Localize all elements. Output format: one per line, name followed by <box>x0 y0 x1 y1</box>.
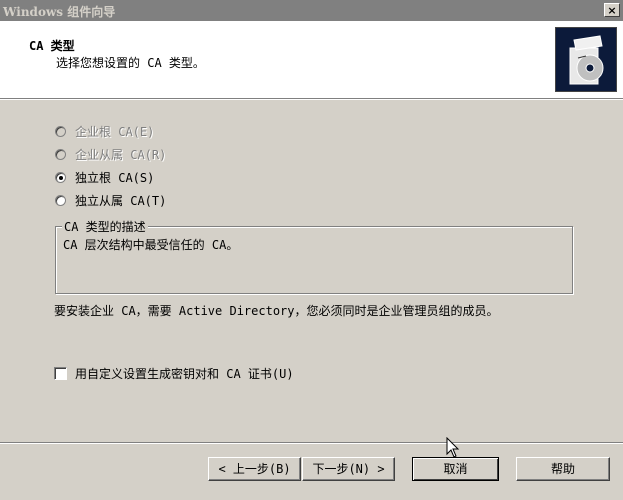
radio-enterprise-root[interactable]: 企业根 CA(E) <box>55 120 166 143</box>
group-legend: CA 类型的描述 <box>62 218 148 235</box>
mouse-cursor-icon <box>446 436 460 462</box>
radio-label: 企业根 CA(E) <box>75 125 155 139</box>
radio-label: 独立根 CA(S) <box>75 171 155 185</box>
radio-enterprise-subordinate[interactable]: 企业从属 CA(R) <box>55 143 166 166</box>
radio-label: 独立从属 CA(T) <box>75 194 167 208</box>
help-button[interactable]: 帮助 <box>516 457 610 481</box>
ca-description-text: CA 层次结构中最受信任的 CA。 <box>63 238 239 252</box>
certificate-cd-icon <box>555 27 617 92</box>
back-button[interactable]: < 上一步(B) <box>208 457 301 481</box>
ca-description-group: CA 类型的描述 CA 层次结构中最受信任的 CA。 <box>55 218 573 294</box>
title-bar: Windows 组件向导 × <box>0 0 623 21</box>
radio-standalone-root[interactable]: 独立根 CA(S) <box>55 166 166 189</box>
next-button[interactable]: 下一步(N) > <box>302 457 395 481</box>
window-title: Windows 组件向导 <box>3 5 116 19</box>
radio-button[interactable] <box>55 172 66 183</box>
page-subtitle: 选择您想设置的 CA 类型。 <box>56 56 205 70</box>
enterprise-note: 要安装企业 CA，需要 Active Directory，您必须同时是企业管理员… <box>54 304 499 318</box>
close-button[interactable]: × <box>604 3 620 17</box>
radio-button[interactable] <box>55 149 66 160</box>
radio-label: 企业从属 CA(R) <box>75 148 167 162</box>
radio-button[interactable] <box>55 126 66 137</box>
custom-keys-checkbox[interactable] <box>54 367 67 380</box>
ca-type-radio-group: 企业根 CA(E) 企业从属 CA(R) 独立根 CA(S) 独立从属 CA(T… <box>55 120 166 212</box>
radio-standalone-subordinate[interactable]: 独立从属 CA(T) <box>55 189 166 212</box>
footer-separator <box>0 442 623 444</box>
page-title: CA 类型 <box>29 39 75 53</box>
radio-button[interactable] <box>55 195 66 206</box>
custom-keys-option[interactable]: 用自定义设置生成密钥对和 CA 证书(U) <box>54 365 294 382</box>
wizard-header: CA 类型 选择您想设置的 CA 类型。 <box>0 21 623 99</box>
custom-keys-label: 用自定义设置生成密钥对和 CA 证书(U) <box>75 367 294 381</box>
